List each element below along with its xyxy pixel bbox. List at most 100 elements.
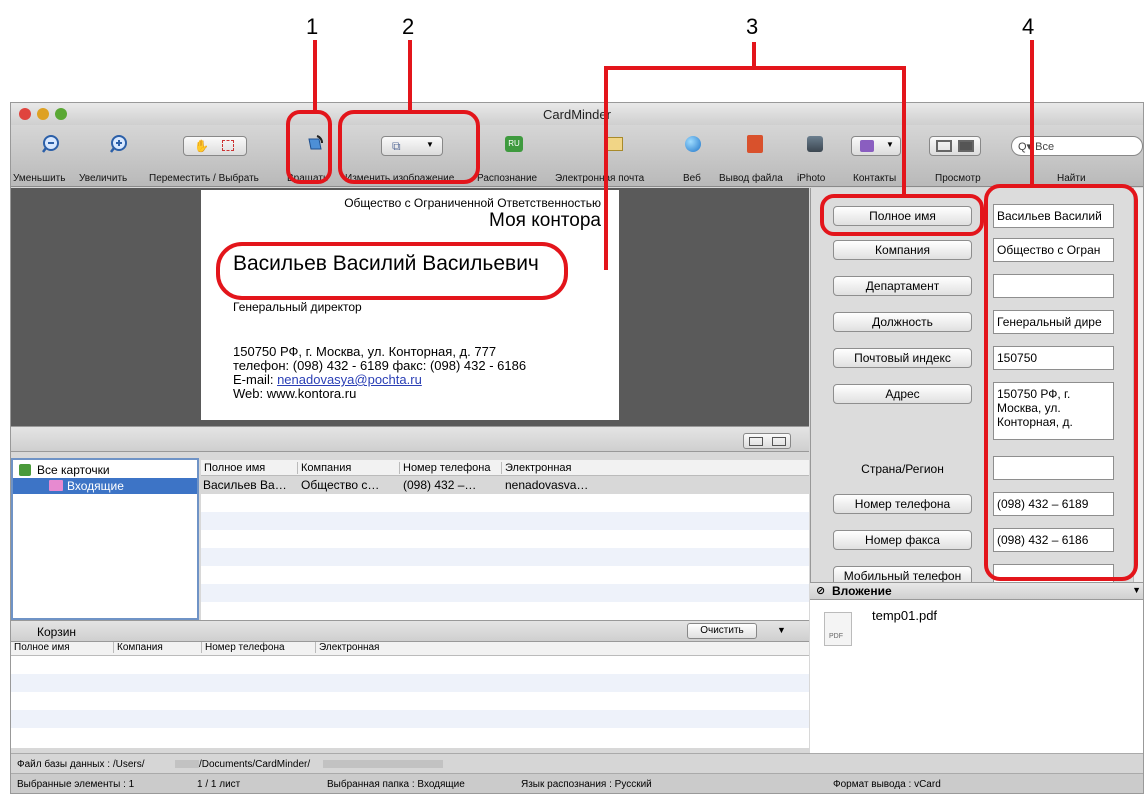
col-full-name[interactable]: Полное имя [201, 462, 265, 474]
recognize-label: Распознание [477, 173, 538, 184]
field-address-button[interactable]: Адрес [833, 384, 972, 404]
field-full-name-input[interactable]: Васильев Василий [993, 204, 1114, 228]
field-country-label: Страна/Регион [861, 462, 944, 476]
app-window: CardMinder ✋ ⧉ ▼ RU ▼ Q▾ Все Уменьшить У… [10, 102, 1144, 794]
field-company-input[interactable]: Общество с Огран [993, 238, 1114, 262]
trash-title: Корзин [37, 625, 77, 639]
move-select-segment[interactable]: ✋ [183, 136, 247, 156]
card-email-link[interactable]: nenadovasya@pochta.ru [277, 372, 422, 387]
col-phone[interactable]: Номер телефона [201, 642, 285, 653]
cell-full-name: Васильев Ва… [203, 478, 287, 492]
empty-row [201, 512, 809, 530]
attachment-file[interactable]: PDF temp01.pdf [818, 608, 1018, 654]
mail-label: Электронная почта [555, 173, 645, 184]
empty-row [201, 602, 809, 620]
tree-item-inbox[interactable]: Входящие [13, 478, 197, 494]
rotate-icon [308, 135, 323, 150]
business-card-image: Общество с Ограниченной Ответственностью… [201, 190, 619, 420]
field-address-input[interactable]: 150750 РФ, г. Москва, ул. Конторная, д. [993, 382, 1114, 440]
file-output-button[interactable] [747, 133, 769, 153]
contacts-icon [860, 140, 874, 152]
folder-icon [49, 480, 63, 491]
window-title: CardMinder [543, 107, 611, 122]
field-phone-button[interactable]: Номер телефона [833, 494, 972, 514]
pdf-file-icon: PDF [824, 612, 852, 646]
card-phones: телефон: (098) 432 - 6189 факс: (098) 43… [233, 358, 527, 373]
callout-3: 3 [746, 14, 759, 39]
rotate-button[interactable] [303, 133, 327, 158]
db-path-blur [323, 760, 443, 768]
search-placeholder: Все [1035, 141, 1055, 153]
iphoto-label: iPhoto [797, 173, 826, 184]
find-label: Найти [1057, 173, 1086, 184]
empty-row [11, 674, 809, 692]
field-postal-code-button[interactable]: Почтовый индекс [833, 348, 972, 368]
splitter-bar[interactable] [11, 426, 809, 452]
db-path-label: Файл базы данных : /Users/ [17, 759, 145, 770]
db-path-blur [175, 760, 199, 768]
col-full-name[interactable]: Полное имя [11, 642, 70, 653]
mail-button[interactable] [607, 133, 629, 151]
fields-panel: Полное имя Васильев Василий Компания Общ… [810, 188, 1143, 582]
clear-trash-button[interactable]: Очистить [687, 623, 757, 639]
tree-item-all-cards[interactable]: Все карточки [13, 462, 197, 478]
empty-row [201, 548, 809, 566]
card-image-area[interactable]: Общество с Ограниченной Ответственностью… [11, 188, 809, 426]
col-email[interactable]: Электронная [315, 642, 379, 653]
web-label: Веб [683, 173, 701, 184]
field-company-button[interactable]: Компания [833, 240, 972, 260]
title-bar: CardMinder [11, 103, 1143, 125]
recognize-icon: RU [505, 136, 523, 152]
empty-row [201, 530, 809, 548]
edit-image-label: Изменить изображение [345, 173, 455, 184]
selected-folder: Выбранная папка : Входящие [327, 779, 465, 790]
view-split-icon [958, 140, 974, 152]
field-mobile-input[interactable] [993, 564, 1114, 582]
search-input[interactable]: Q▾ Все [1011, 136, 1143, 156]
field-fax-input[interactable]: (098) 432 – 6186 [993, 528, 1114, 552]
col-email[interactable]: Электронная [501, 462, 572, 474]
trash-menu-icon[interactable]: ▼ [777, 625, 786, 635]
field-phone-input[interactable]: (098) 432 – 6189 [993, 492, 1114, 516]
fields-scrollbar[interactable] [1133, 188, 1143, 582]
card-company-name: Моя контора [489, 210, 601, 231]
iphoto-button[interactable] [807, 133, 829, 152]
hand-select-icon: ✋ [194, 139, 209, 153]
web-button[interactable] [685, 133, 707, 152]
zoom-out-button[interactable] [37, 133, 67, 158]
trash-list-header: Полное имя Компания Номер телефона Элект… [11, 642, 809, 656]
tree-item-label: Все карточки [37, 463, 110, 477]
field-department-input[interactable] [993, 274, 1114, 298]
field-mobile-button[interactable]: Мобильный телефон [833, 566, 972, 582]
contacts-dropdown[interactable]: ▼ [851, 136, 901, 156]
callout-4: 4 [1022, 14, 1035, 39]
card-view-icon [772, 437, 786, 446]
card-list-header: Полное имя Компания Номер телефона Элект… [201, 460, 809, 476]
field-department-button[interactable]: Департамент [833, 276, 972, 296]
view-segment[interactable] [929, 136, 981, 156]
field-position-input[interactable]: Генеральный дире [993, 310, 1114, 334]
view-mode-segment[interactable] [743, 433, 791, 449]
view-label: Просмотр [935, 173, 981, 184]
zoom-in-label: Увеличить [79, 173, 128, 184]
field-postal-code-input[interactable]: 150750 [993, 346, 1114, 370]
card-address: 150750 РФ, г. Москва, ул. Конторная, д. … [233, 344, 497, 359]
col-company[interactable]: Компания [297, 462, 351, 474]
zoom-in-button[interactable] [105, 133, 135, 158]
pdf-file-type: PDF [829, 633, 843, 640]
move-select-label: Переместить / Выбрать [149, 173, 259, 184]
attachment-title: Вложение [832, 584, 892, 598]
chevron-down-icon: ▼ [426, 140, 434, 149]
edit-image-dropdown[interactable]: ⧉ ▼ [381, 136, 443, 156]
attachment-menu-icon[interactable]: ▼ [1132, 585, 1141, 595]
field-full-name-button[interactable]: Полное имя [833, 206, 972, 226]
callout-2: 2 [402, 14, 415, 39]
field-country-input[interactable] [993, 456, 1114, 480]
col-company[interactable]: Компания [113, 642, 163, 653]
field-fax-button[interactable]: Номер факса [833, 530, 972, 550]
zoom-in-icon [110, 135, 127, 153]
table-row[interactable]: Васильев Ва… Общество с… (098) 432 –… ne… [201, 476, 809, 494]
field-position-button[interactable]: Должность [833, 312, 972, 332]
recognize-button[interactable]: RU [505, 133, 527, 152]
col-phone[interactable]: Номер телефона [399, 462, 490, 474]
